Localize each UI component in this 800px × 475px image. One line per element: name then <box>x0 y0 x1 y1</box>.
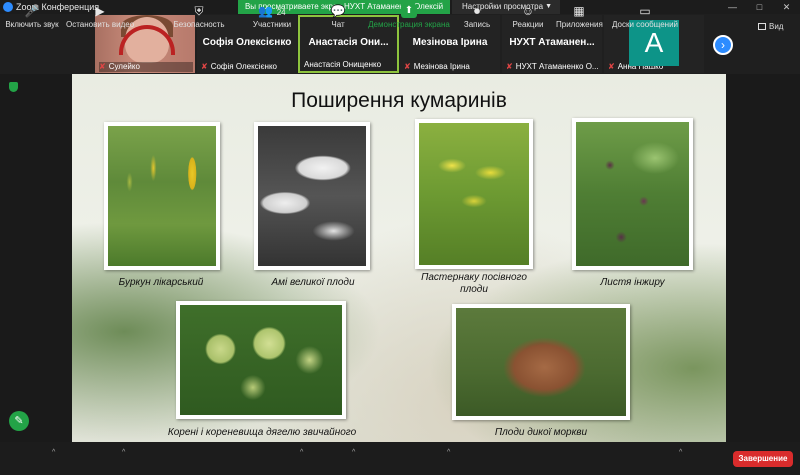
end-meeting-button[interactable]: Завершение <box>733 451 793 467</box>
view-label: Вид <box>769 22 784 31</box>
record-button[interactable]: ⏺ Запись <box>462 4 492 32</box>
mic-muted-icon: ✘ <box>608 62 615 71</box>
whiteboard-options-chevron-icon[interactable]: ^ <box>679 449 682 456</box>
participant-name: Сулейко <box>108 62 140 71</box>
participants-count: 24 <box>276 8 286 17</box>
angelica-photo <box>176 301 346 419</box>
carrot-photo <box>452 304 630 420</box>
mic-muted-icon: 🎤 <box>24 4 40 18</box>
share-screen-label: Демонстрация экрана <box>368 20 450 29</box>
fig-image <box>576 122 689 266</box>
parsnip-image <box>419 123 529 265</box>
close-button[interactable]: ✕ <box>773 0 800 14</box>
participants-button[interactable]: 👥 24 Участники <box>244 4 300 32</box>
ammi-caption: Амі великої плоди <box>271 277 355 288</box>
gallery-view-icon <box>758 23 766 30</box>
encryption-shield-icon <box>9 82 18 92</box>
slide-title: Поширення кумаринів <box>291 89 507 112</box>
record-label: Запись <box>463 20 491 29</box>
clover-image <box>108 126 216 266</box>
reactions-label: Реакции <box>512 20 544 29</box>
security-button[interactable]: ⛨ Безопасность <box>170 4 228 32</box>
parsnip-caption: Пастернаку посівного плоди <box>421 272 527 295</box>
security-label: Безопасность <box>173 20 225 29</box>
apps-icon: ▦ <box>573 4 585 18</box>
video-options-chevron-icon[interactable]: ^ <box>122 449 125 456</box>
participant-name: Софія Олексієнко <box>210 62 277 71</box>
mic-muted-icon: ✘ <box>506 62 513 71</box>
reactions-button[interactable]: ☺ Реакции <box>510 4 546 32</box>
participant-display-name: Анастасія Они... <box>308 37 389 48</box>
participants-icon: 👥 24 <box>244 4 300 18</box>
participant-footer: ✘ Софія Олексієнко <box>201 62 295 72</box>
participant-display-name: Софія Олексієнко <box>202 37 292 48</box>
parsnip-photo <box>415 119 533 269</box>
shield-icon: ⛨ <box>194 4 204 18</box>
whiteboards-label: Доски сообщений <box>612 20 679 29</box>
apps-label: Приложения <box>556 20 603 29</box>
participant-footer: ✘ НУХТ Атаманенко О... <box>506 62 600 72</box>
record-icon: ⏺ <box>473 4 480 18</box>
view-button[interactable]: Вид <box>758 22 783 31</box>
participant-footer: ✘ Сулейко <box>99 62 193 72</box>
chevron-down-icon: ▼ <box>545 3 552 10</box>
participant-footer: Анастасія Онищенко <box>304 60 395 70</box>
clover-photo <box>104 122 220 270</box>
reaction-icon: ☺ <box>521 4 535 18</box>
video-camera-icon: ▶ <box>95 4 105 18</box>
stop-video-button[interactable]: ▶ Остановить видео <box>66 4 134 32</box>
next-page-button[interactable]: › <box>713 35 733 55</box>
share-options-chevron-icon[interactable]: ^ <box>447 449 450 456</box>
carrot-caption: Плоди дикої моркви <box>494 427 588 438</box>
participant-footer: ✘ Мезінова Ірина <box>404 62 498 72</box>
shared-screen-slide: Поширення кумаринів Буркун лікарський Ам… <box>72 74 726 442</box>
share-screen-button[interactable]: ⬆ Демонстрация экрана <box>368 4 450 32</box>
annotate-pen-icon[interactable]: ✎ <box>9 411 29 431</box>
minimize-button[interactable]: — <box>719 0 746 14</box>
participant-name: Мезінова Ірина <box>413 62 470 71</box>
fig-photo <box>572 118 693 270</box>
fig-caption: Листя інжиру <box>600 277 665 288</box>
participant-name: НУХТ Атаманенко О... <box>515 62 599 71</box>
chat-button[interactable]: 💬 Чат <box>322 4 354 32</box>
angelica-image <box>180 305 342 415</box>
mic-muted-icon: ✘ <box>201 62 208 71</box>
right-rail <box>726 74 800 442</box>
maximize-button[interactable]: □ <box>746 0 773 14</box>
unmute-label: Включить звук <box>5 20 59 29</box>
meeting-toolbar <box>0 442 800 475</box>
chat-options-chevron-icon[interactable]: ^ <box>352 449 355 456</box>
people-icon: 👥 <box>258 4 274 18</box>
whiteboards-button[interactable]: ▭ Доски сообщений <box>612 4 678 32</box>
angelica-caption: Корені і кореневища дягелю звичайного <box>167 427 357 438</box>
clover-caption: Буркун лікарський <box>118 277 204 288</box>
chat-icon: 💬 <box>330 4 346 18</box>
window-controls: — □ ✕ <box>719 0 800 14</box>
participant-display-name: НУХТ Атаманен... <box>509 37 595 48</box>
participants-label: Участники <box>252 20 292 29</box>
mic-muted-icon: ✘ <box>404 62 411 71</box>
whiteboard-icon: ▭ <box>639 4 651 18</box>
ammi-image <box>258 126 366 266</box>
audio-options-chevron-icon[interactable]: ^ <box>52 449 55 456</box>
unmute-button[interactable]: 🎤 Включить звук <box>4 4 60 32</box>
carrot-image <box>456 308 626 416</box>
stop-video-label: Остановить видео <box>66 20 135 29</box>
left-rail <box>0 74 72 442</box>
share-screen-icon: ⬆ <box>401 4 417 18</box>
participants-options-chevron-icon[interactable]: ^ <box>300 449 303 456</box>
chat-label: Чат <box>331 20 345 29</box>
participant-display-name: Мезінова Ірина <box>412 37 488 48</box>
ammi-photo <box>254 122 370 270</box>
mic-muted-icon: ✘ <box>99 62 106 71</box>
apps-button[interactable]: ▦ Приложения <box>556 4 603 32</box>
participant-name: Анастасія Онищенко <box>304 60 382 69</box>
